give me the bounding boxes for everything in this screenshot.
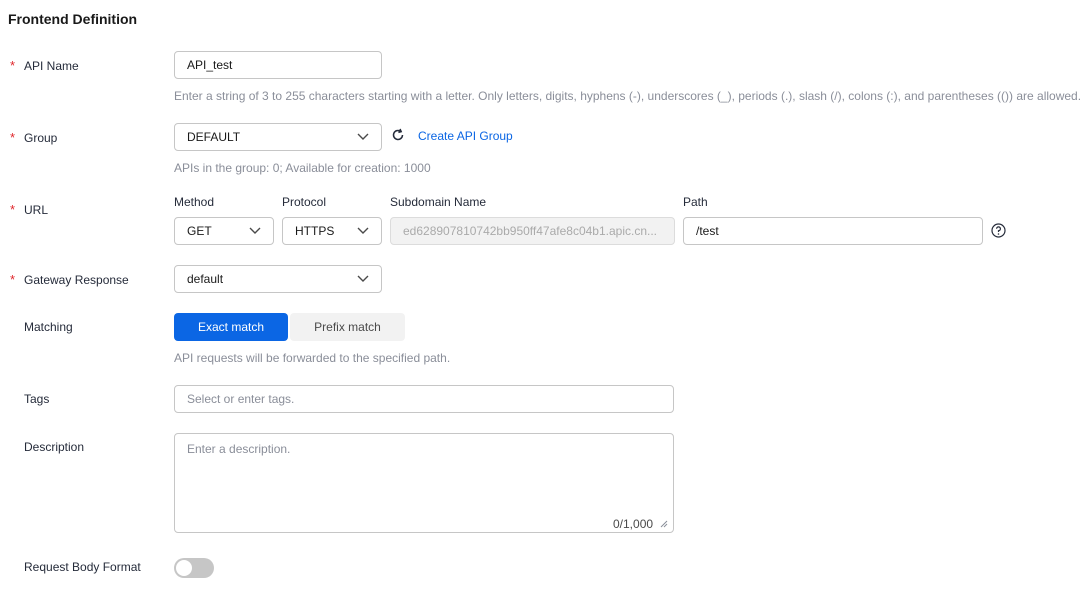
subdomain-input: ed628907810742bb950ff47afe8c04b1.apic.cn… xyxy=(390,217,675,245)
url-label: * URL xyxy=(10,202,49,217)
path-input[interactable]: /test xyxy=(683,217,983,245)
protocol-select[interactable]: HTTPS xyxy=(282,217,382,245)
resize-handle-icon[interactable] xyxy=(660,520,668,528)
description-label: Description xyxy=(24,440,85,454)
method-label: Method xyxy=(174,195,215,209)
api-name-label: * API Name xyxy=(10,58,79,73)
refresh-icon[interactable] xyxy=(391,128,405,142)
required-star: * xyxy=(10,202,16,217)
toggle-knob xyxy=(176,560,192,576)
subdomain-label: Subdomain Name xyxy=(390,195,487,209)
api-name-input[interactable]: API_test xyxy=(174,51,382,79)
chevron-down-icon xyxy=(357,227,369,234)
required-star: * xyxy=(10,58,16,73)
description-textarea[interactable]: Enter a description. xyxy=(174,433,674,533)
method-select[interactable]: GET xyxy=(174,217,274,245)
prefix-match-button[interactable]: Prefix match xyxy=(290,313,405,341)
group-label: * Group xyxy=(10,130,58,145)
method-select-value: GET xyxy=(187,224,212,238)
exact-match-button[interactable]: Exact match xyxy=(174,313,288,341)
protocol-select-value: HTTPS xyxy=(295,224,335,238)
matching-hint: API requests will be forwarded to the sp… xyxy=(174,351,451,365)
tags-placeholder: Select or enter tags. xyxy=(187,392,295,406)
create-api-group-link[interactable]: Create API Group xyxy=(418,129,513,143)
tags-input[interactable]: Select or enter tags. xyxy=(174,385,674,413)
help-icon[interactable] xyxy=(991,223,1006,238)
section-title: Frontend Definition xyxy=(8,11,138,27)
path-label: Path xyxy=(683,195,708,209)
gateway-response-value: default xyxy=(187,272,224,286)
group-hint: APIs in the group: 0; Available for crea… xyxy=(174,161,431,175)
api-name-hint: Enter a string of 3 to 255 characters st… xyxy=(174,89,1082,103)
chevron-down-icon xyxy=(249,227,261,234)
matching-label: Matching xyxy=(24,320,73,334)
description-placeholder: Enter a description. xyxy=(187,442,291,456)
request-body-format-label: Request Body Format xyxy=(24,560,141,574)
gateway-response-label: * Gateway Response xyxy=(10,272,129,287)
gateway-response-select[interactable]: default xyxy=(174,265,382,293)
request-body-format-toggle[interactable] xyxy=(174,558,214,578)
tags-label: Tags xyxy=(24,392,50,406)
group-select[interactable]: DEFAULT xyxy=(174,123,382,151)
chevron-down-icon xyxy=(357,133,369,140)
group-select-value: DEFAULT xyxy=(187,130,241,144)
description-counter: 0/1,000 xyxy=(613,517,654,531)
chevron-down-icon xyxy=(357,275,369,282)
required-star: * xyxy=(10,272,16,287)
protocol-label: Protocol xyxy=(282,195,327,209)
required-star: * xyxy=(10,130,16,145)
